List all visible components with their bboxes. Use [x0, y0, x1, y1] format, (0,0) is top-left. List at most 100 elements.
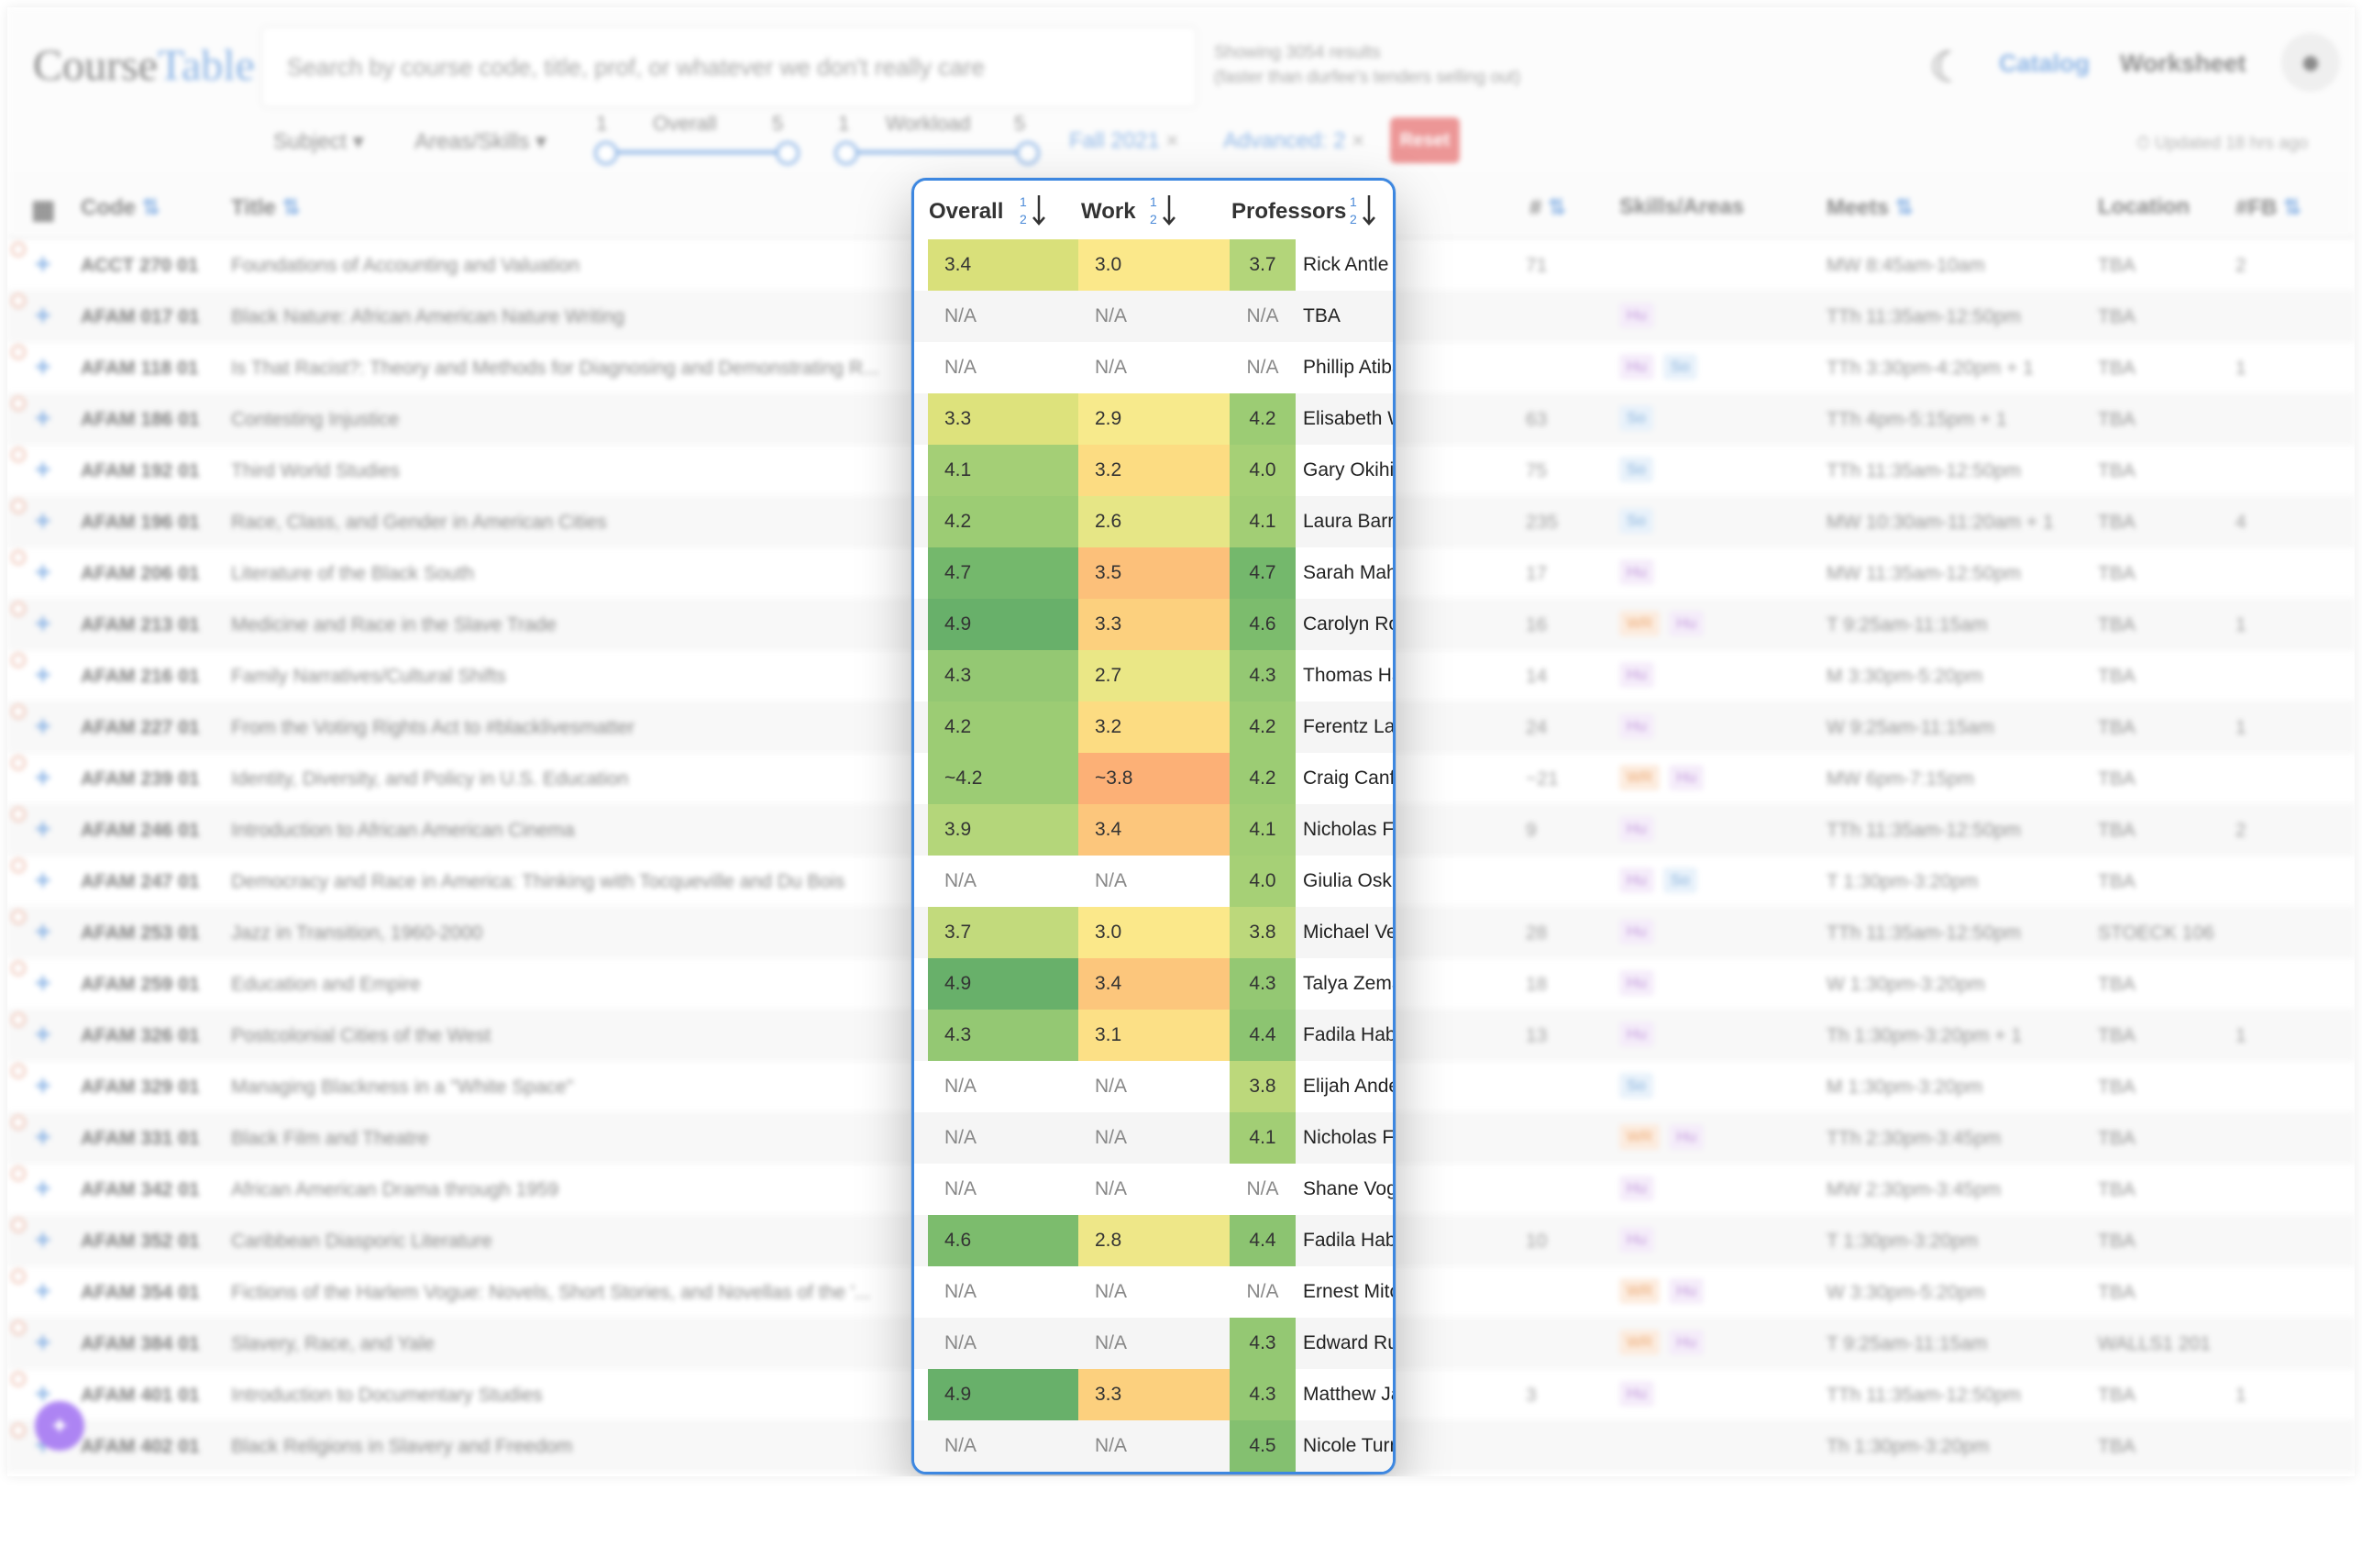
- search-box[interactable]: [260, 26, 1198, 108]
- spotlight-row[interactable]: N/A N/A 4.5 Nicole Turner: [914, 1420, 1393, 1472]
- workload-slider-max-handle[interactable]: [1016, 141, 1040, 165]
- add-to-worksheet-plus-icon[interactable]: +: [35, 609, 51, 640]
- course-title[interactable]: Identity, Diversity, and Policy in U.S. …: [231, 768, 902, 790]
- sort-overall-icon[interactable]: 12: [1019, 192, 1050, 228]
- spotlight-row[interactable]: 4.93.44.3 Talya Zemach-Bersin: [914, 958, 1393, 1010]
- dark-mode-moon-icon[interactable]: ☾: [1929, 42, 1967, 92]
- course-title[interactable]: Race, Class, and Gender in American Citi…: [231, 512, 902, 534]
- sort-enrollment-icon[interactable]: ⇅: [1548, 195, 1566, 220]
- course-title[interactable]: Introduction to African American Cinema: [231, 820, 902, 842]
- course-title[interactable]: Black Film and Theatre: [231, 1128, 902, 1150]
- spotlight-row[interactable]: 4.93.34.6 Carolyn Roberts: [914, 599, 1393, 650]
- spotlight-row[interactable]: 3.32.94.2 Elisabeth Wood: [914, 393, 1393, 445]
- add-to-worksheet-plus-icon[interactable]: +: [35, 968, 51, 999]
- spotlight-row[interactable]: N/A N/A N/A Ernest Mitchell: [914, 1266, 1393, 1318]
- subject-filter-dropdown[interactable]: Subject ▾: [273, 128, 364, 155]
- spotlight-row[interactable]: N/A N/A 3.8 Elijah Anderson: [914, 1061, 1393, 1112]
- spotlight-row[interactable]: 4.22.64.1 Laura Barraclough: [914, 496, 1393, 547]
- add-to-worksheet-plus-icon[interactable]: +: [35, 403, 51, 435]
- advanced-filter-chip[interactable]: Advanced: 2 ×: [1223, 128, 1364, 154]
- spotlight-row[interactable]: 3.93.44.1 Nicholas Forster: [914, 804, 1393, 856]
- spotlight-row[interactable]: 3.4 3.0 3.7 Rick Antle: [914, 239, 1393, 291]
- term-chip-remove-icon[interactable]: ×: [1165, 128, 1178, 153]
- course-title[interactable]: Black Religions in Slavery and Freedom: [231, 1436, 902, 1458]
- course-title[interactable]: Medicine and Race in the Slave Trade: [231, 614, 902, 636]
- course-title[interactable]: Slavery, Race, and Yale: [231, 1333, 902, 1355]
- add-to-worksheet-plus-icon[interactable]: +: [35, 763, 51, 794]
- column-overall[interactable]: Overall: [929, 199, 1003, 225]
- advanced-chip-remove-icon[interactable]: ×: [1352, 128, 1364, 153]
- add-to-worksheet-plus-icon[interactable]: +: [35, 249, 51, 281]
- column-fb[interactable]: #FB ⇅: [2235, 194, 2301, 221]
- sort-title-icon[interactable]: ⇅: [282, 195, 301, 220]
- add-to-worksheet-plus-icon[interactable]: +: [35, 712, 51, 743]
- sort-meets-icon[interactable]: ⇅: [1895, 195, 1914, 220]
- course-title[interactable]: Foundations of Accounting and Valuation: [231, 255, 902, 277]
- column-professors[interactable]: Professors: [1231, 199, 1346, 225]
- course-title[interactable]: From the Voting Rights Act to #blacklive…: [231, 717, 902, 739]
- overall-slider-min-handle[interactable]: [594, 141, 618, 165]
- column-title[interactable]: Title ⇅: [231, 194, 301, 221]
- course-title[interactable]: Is That Racist?: Theory and Methods for …: [231, 358, 902, 380]
- course-title[interactable]: Third World Studies: [231, 460, 902, 482]
- column-work[interactable]: Work: [1081, 199, 1136, 225]
- workload-slider-track[interactable]: [847, 150, 1031, 154]
- term-filter-chip[interactable]: Fall 2021 ×: [1069, 128, 1178, 154]
- spotlight-row[interactable]: 4.13.24.0 Gary Okihiro: [914, 445, 1393, 496]
- add-to-worksheet-plus-icon[interactable]: +: [35, 558, 51, 589]
- add-to-worksheet-plus-icon[interactable]: +: [35, 352, 51, 383]
- column-toggle-icon[interactable]: ▦: [31, 194, 55, 225]
- sort-fb-icon[interactable]: ⇅: [2283, 195, 2301, 220]
- spotlight-row[interactable]: N/A N/A 4.1 Nicholas Forster: [914, 1112, 1393, 1164]
- spotlight-row[interactable]: N/A N/A 4.3 Edward Rugemer + Cr...: [914, 1318, 1393, 1369]
- spotlight-row[interactable]: 4.32.74.3 Thomas Harris: [914, 650, 1393, 701]
- spotlight-row[interactable]: N/A N/A N/A Shane Vogel: [914, 1164, 1393, 1215]
- course-title[interactable]: Family Narratives/Cultural Shifts: [231, 666, 902, 688]
- overall-slider-max-handle[interactable]: [776, 141, 800, 165]
- spotlight-row[interactable]: 4.93.34.3 Matthew Jacobson: [914, 1369, 1393, 1420]
- areas-filter-dropdown[interactable]: Areas/Skills ▾: [414, 128, 546, 155]
- add-to-worksheet-plus-icon[interactable]: +: [35, 1122, 51, 1154]
- add-to-worksheet-plus-icon[interactable]: +: [35, 660, 51, 691]
- course-title[interactable]: Contesting Injustice: [231, 409, 902, 431]
- course-title[interactable]: Fictions of the Harlem Vogue: Novels, Sh…: [231, 1282, 902, 1304]
- overall-slider-track[interactable]: [605, 150, 789, 154]
- spotlight-row[interactable]: ~4.2~3.84.2 Craig Canfield: [914, 753, 1393, 804]
- sort-work-icon[interactable]: 12: [1149, 192, 1180, 228]
- course-title[interactable]: Caribbean Diasporic Literature: [231, 1231, 902, 1253]
- add-to-worksheet-plus-icon[interactable]: +: [35, 917, 51, 948]
- spotlight-row[interactable]: N/A N/A N/A TBA: [914, 291, 1393, 342]
- add-to-worksheet-plus-icon[interactable]: +: [35, 814, 51, 845]
- nav-worksheet-link[interactable]: Worksheet: [2120, 50, 2246, 78]
- course-title[interactable]: Black Nature: African American Nature Wr…: [231, 306, 902, 328]
- reset-button[interactable]: Reset: [1390, 117, 1460, 163]
- course-title[interactable]: Postcolonial Cities of the West: [231, 1025, 902, 1047]
- add-to-worksheet-plus-icon[interactable]: +: [35, 301, 51, 332]
- spotlight-row[interactable]: 4.23.24.2 Ferentz Lafargue: [914, 701, 1393, 753]
- add-to-worksheet-plus-icon[interactable]: +: [35, 455, 51, 486]
- spotlight-row[interactable]: 3.73.03.8 Michael Veal: [914, 907, 1393, 958]
- course-title[interactable]: Education and Empire: [231, 974, 902, 996]
- column-meets[interactable]: Meets ⇅: [1827, 194, 1914, 221]
- course-title[interactable]: African American Drama through 1959: [231, 1179, 902, 1201]
- add-to-worksheet-plus-icon[interactable]: +: [35, 1174, 51, 1205]
- spotlight-row[interactable]: 4.62.84.4 Fadila Habchi: [914, 1215, 1393, 1266]
- course-title[interactable]: Managing Blackness in a "White Space": [231, 1077, 902, 1099]
- profile-avatar-icon[interactable]: ●: [2281, 33, 2340, 92]
- sort-professors-icon[interactable]: 12: [1349, 192, 1380, 228]
- add-to-worksheet-plus-icon[interactable]: +: [35, 1276, 51, 1308]
- course-title[interactable]: Literature of the Black South: [231, 563, 902, 585]
- nav-catalog-link[interactable]: Catalog: [1999, 50, 2090, 78]
- logo[interactable]: CourseTable: [33, 40, 255, 91]
- add-to-worksheet-plus-icon[interactable]: +: [35, 1071, 51, 1102]
- sort-code-icon[interactable]: ⇅: [142, 195, 160, 220]
- spotlight-row[interactable]: 4.33.14.4 Fadila Habchi: [914, 1010, 1393, 1061]
- feedback-widget-icon[interactable]: ✦: [35, 1401, 84, 1451]
- workload-slider-min-handle[interactable]: [834, 141, 858, 165]
- add-to-worksheet-plus-icon[interactable]: +: [35, 1225, 51, 1256]
- add-to-worksheet-plus-icon[interactable]: +: [35, 506, 51, 537]
- spotlight-row[interactable]: N/A N/A N/A Phillip Atiba Goff: [914, 342, 1393, 393]
- column-code[interactable]: Code ⇅: [81, 194, 160, 221]
- spotlight-row[interactable]: N/A N/A 4.0 Giulia Oskian + Vatsal...: [914, 856, 1393, 907]
- add-to-worksheet-plus-icon[interactable]: +: [35, 866, 51, 897]
